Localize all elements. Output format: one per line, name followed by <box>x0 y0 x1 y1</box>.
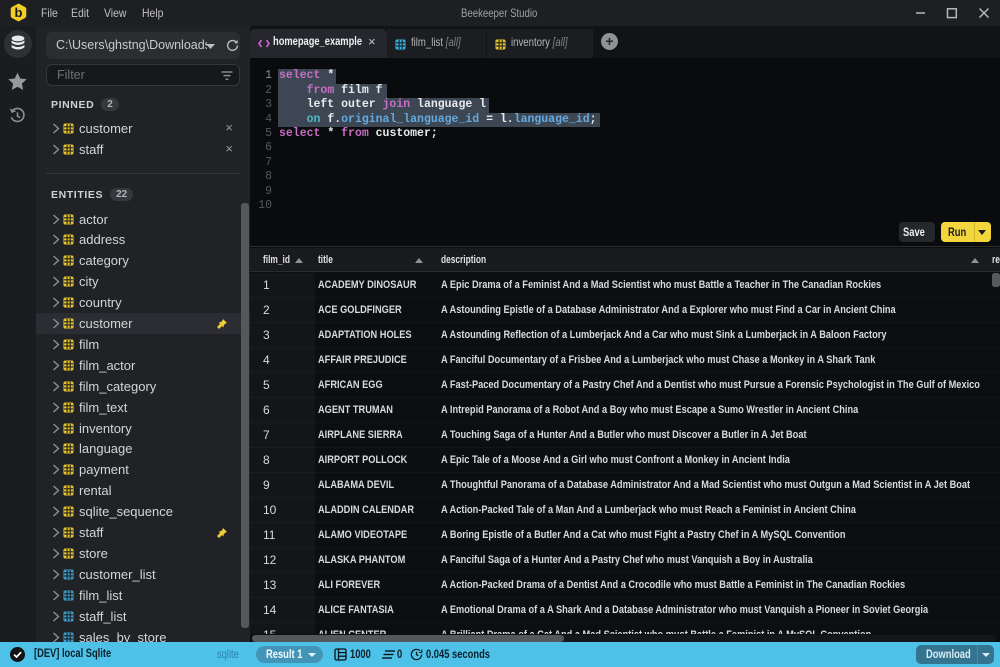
svg-text:b: b <box>15 5 23 20</box>
